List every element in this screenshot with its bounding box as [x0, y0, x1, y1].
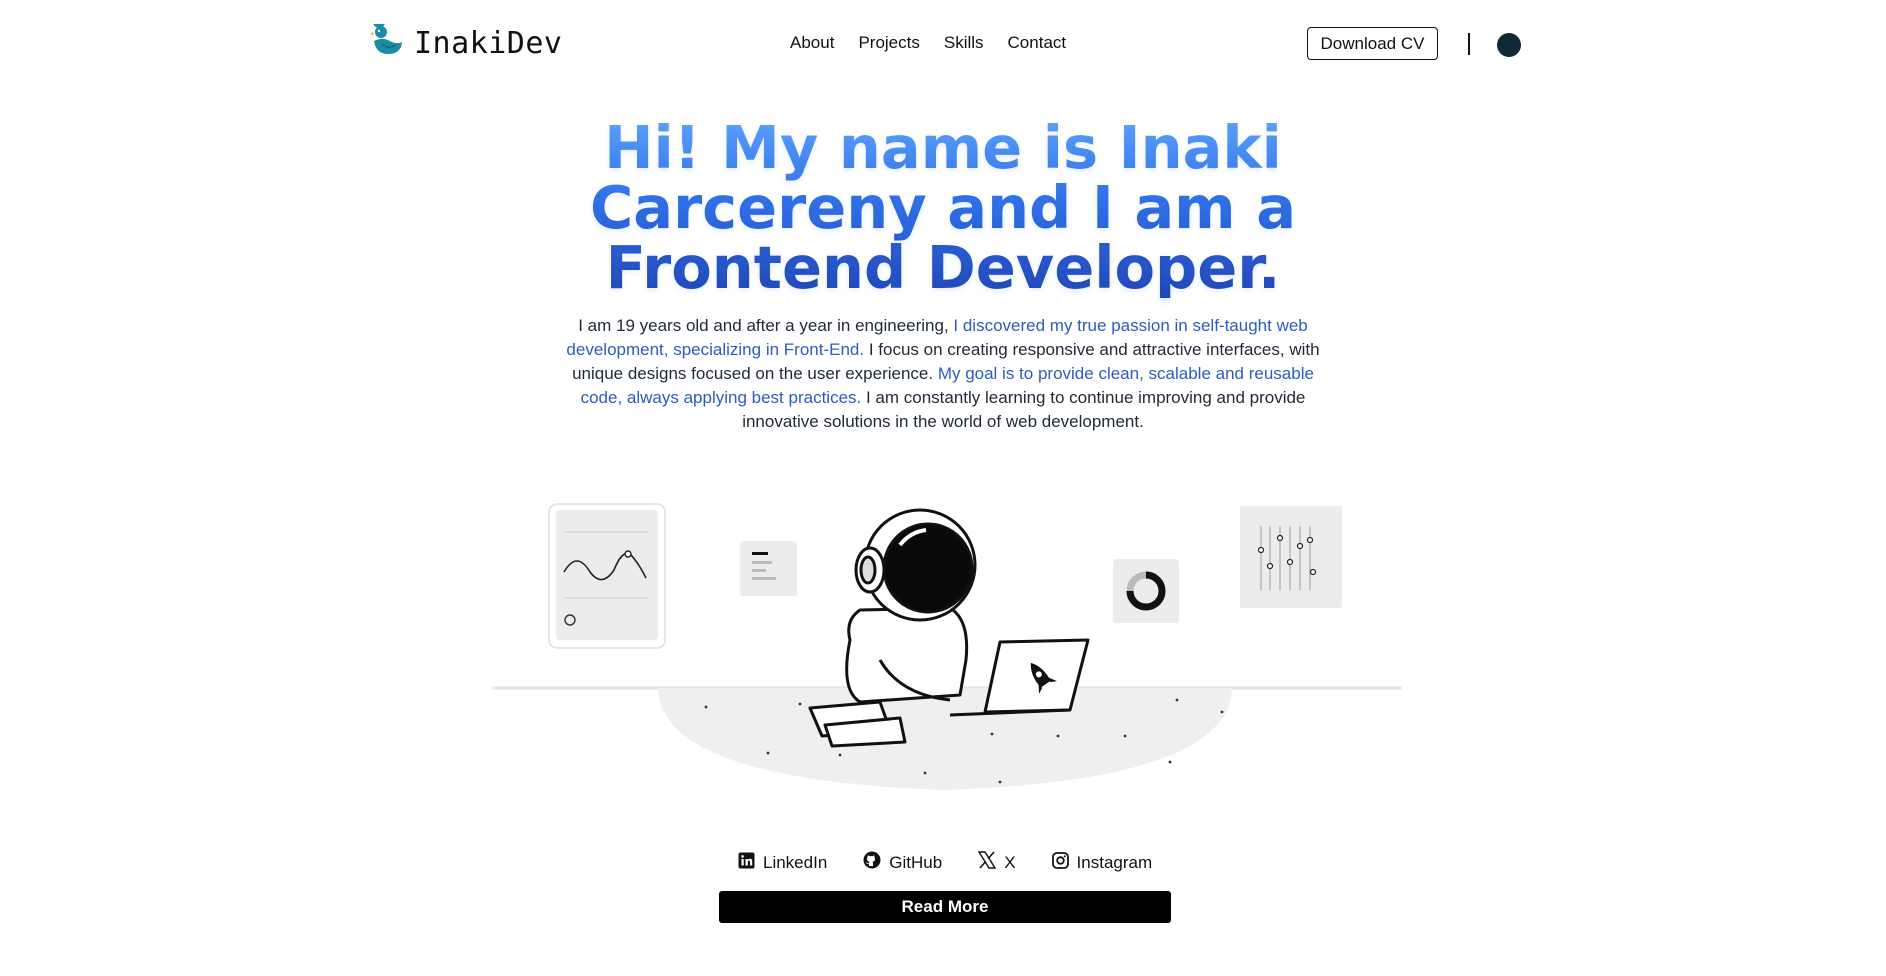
- site-header: InakiDev About Projects Skills Contact D…: [0, 0, 1886, 90]
- description-text-1: I am 19 years old and after a year in en…: [578, 316, 954, 335]
- github-icon: [863, 851, 881, 874]
- read-more-button[interactable]: Read More: [719, 891, 1171, 923]
- x-icon: [977, 851, 997, 874]
- duck-icon: [370, 16, 404, 63]
- instagram-label: Instagram: [1076, 852, 1153, 872]
- instagram-link[interactable]: Instagram: [1051, 851, 1153, 874]
- header-divider: [1468, 33, 1470, 55]
- logo-text: InakiDev: [414, 26, 563, 61]
- hero-description: I am 19 years old and after a year in en…: [560, 314, 1326, 434]
- nav-projects[interactable]: Projects: [858, 33, 919, 53]
- nav-skills[interactable]: Skills: [944, 33, 984, 53]
- github-link[interactable]: GitHub: [863, 851, 942, 874]
- main-nav: About Projects Skills Contact: [790, 33, 1066, 53]
- nav-contact[interactable]: Contact: [1008, 33, 1067, 53]
- social-links: LinkedIn GitHub X Instagram: [738, 851, 1152, 874]
- linkedin-icon: [738, 852, 755, 874]
- hero-title: Hi! My name is Inaki Carcereny and I am …: [470, 118, 1416, 298]
- x-label: X: [1004, 852, 1016, 872]
- logo[interactable]: InakiDev: [370, 16, 563, 63]
- x-link[interactable]: X: [977, 851, 1016, 874]
- astronaut-laptop-illustration: [480, 490, 1410, 800]
- linkedin-link[interactable]: LinkedIn: [738, 852, 827, 874]
- download-cv-button[interactable]: Download CV: [1307, 27, 1438, 60]
- github-label: GitHub: [889, 852, 943, 872]
- instagram-icon: [1051, 851, 1069, 874]
- linkedin-label: LinkedIn: [763, 852, 828, 872]
- nav-about[interactable]: About: [790, 33, 834, 53]
- moon-icon[interactable]: [1497, 33, 1521, 57]
